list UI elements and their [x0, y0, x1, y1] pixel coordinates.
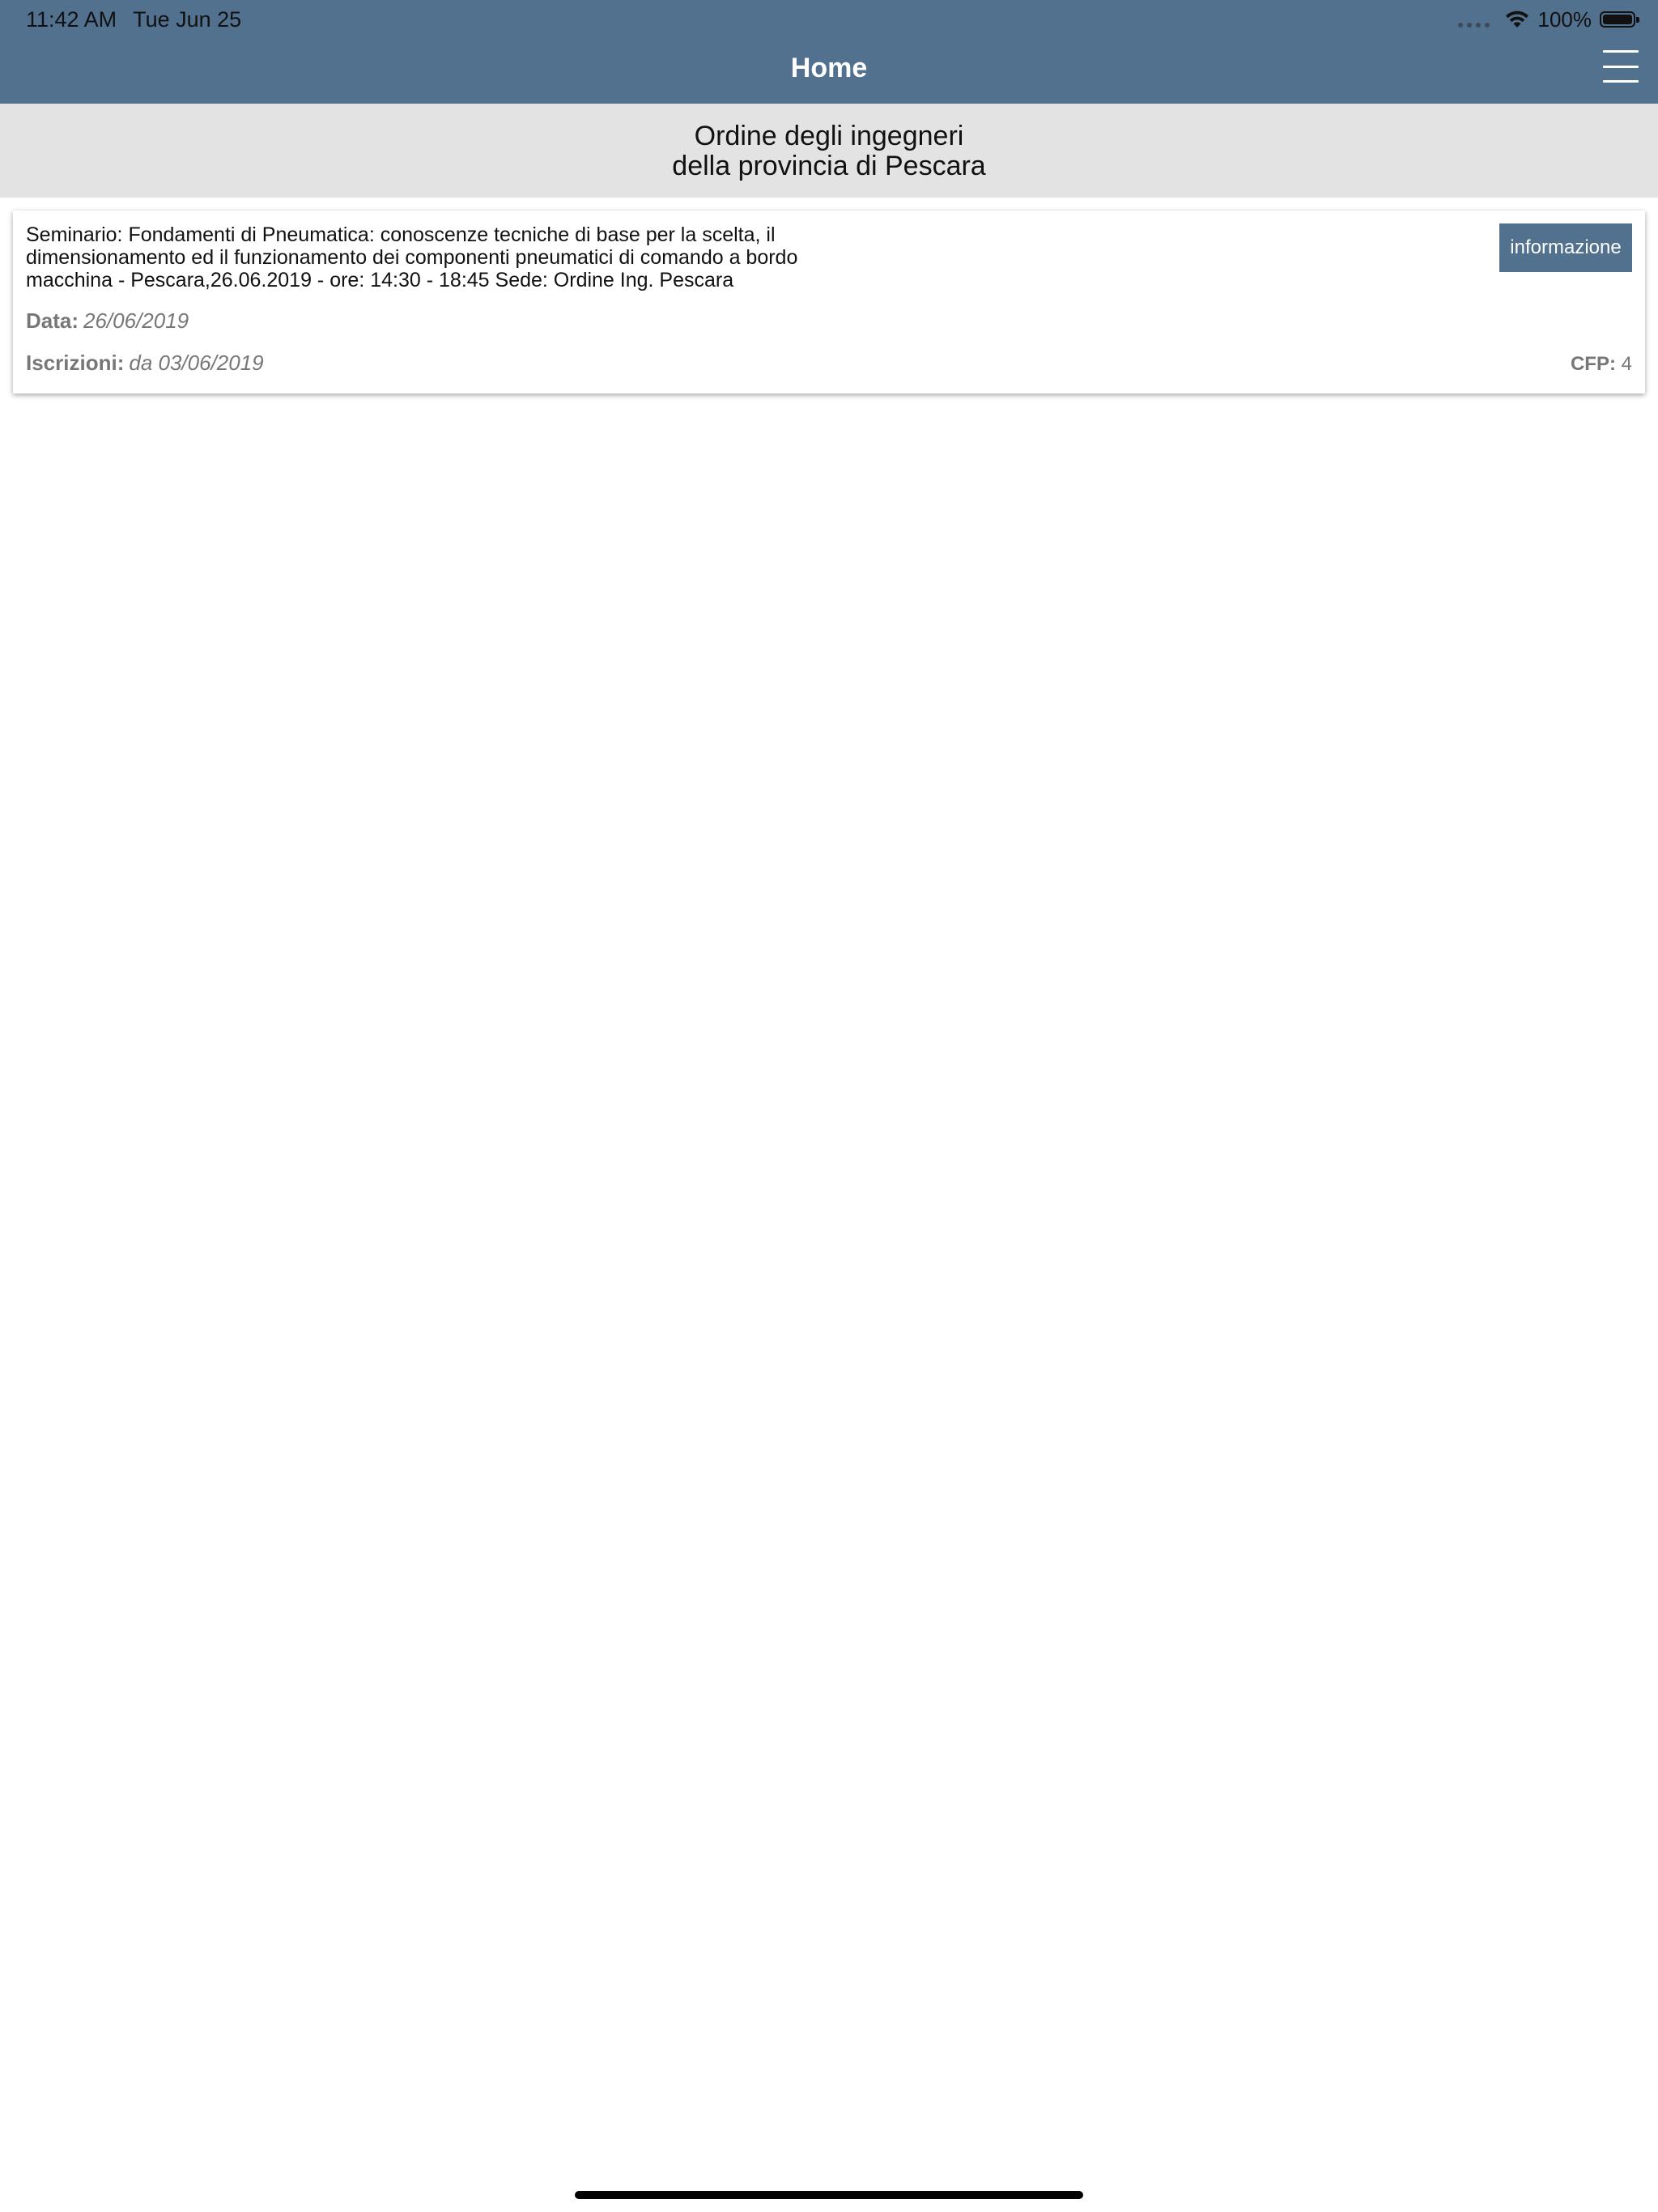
event-cfp-label: CFP:: [1570, 353, 1616, 375]
event-registration: Iscrizioni: da 03/06/2019: [26, 350, 264, 376]
home-indicator[interactable]: [575, 2191, 1083, 2199]
wifi-icon: [1505, 11, 1528, 28]
event-registration-label: Iscrizioni:: [26, 351, 125, 375]
event-registration-value: da 03/06/2019: [129, 351, 264, 375]
page-title: Home: [790, 53, 868, 83]
status-time: 11:42 AM: [26, 7, 117, 32]
battery-level-fill: [1603, 15, 1632, 24]
event-date: Data: 26/06/2019: [26, 308, 189, 334]
org-name-line2: della provincia di Pescara: [672, 151, 986, 181]
status-bar-clock: 11:42 AM Tue Jun 25: [26, 6, 241, 32]
event-date-label: Data:: [26, 308, 79, 333]
signal-dots-icon: [1457, 11, 1490, 28]
event-cfp-value: 4: [1621, 353, 1632, 375]
event-date-value: 26/06/2019: [83, 308, 189, 333]
organization-header: Ordine degli ingegneri della provincia d…: [0, 104, 1658, 198]
event-card[interactable]: Seminario: Fondamenti di Pneumatica: con…: [13, 211, 1645, 393]
top-bar: 11:42 AM Tue Jun 25 100% Home: [0, 0, 1658, 104]
event-cfp: CFP: 4: [1571, 351, 1632, 377]
information-button[interactable]: informazione: [1499, 223, 1632, 272]
org-name-line1: Ordine degli ingegneri: [694, 121, 964, 151]
battery-icon: [1600, 11, 1639, 28]
status-date: Tue Jun 25: [133, 7, 242, 32]
status-bar-indicators: 100%: [1457, 6, 1639, 32]
hamburger-menu-icon[interactable]: [1603, 49, 1639, 84]
battery-percent: 100%: [1537, 7, 1592, 32]
event-title: Seminario: Fondamenti di Pneumatica: con…: [26, 223, 798, 291]
